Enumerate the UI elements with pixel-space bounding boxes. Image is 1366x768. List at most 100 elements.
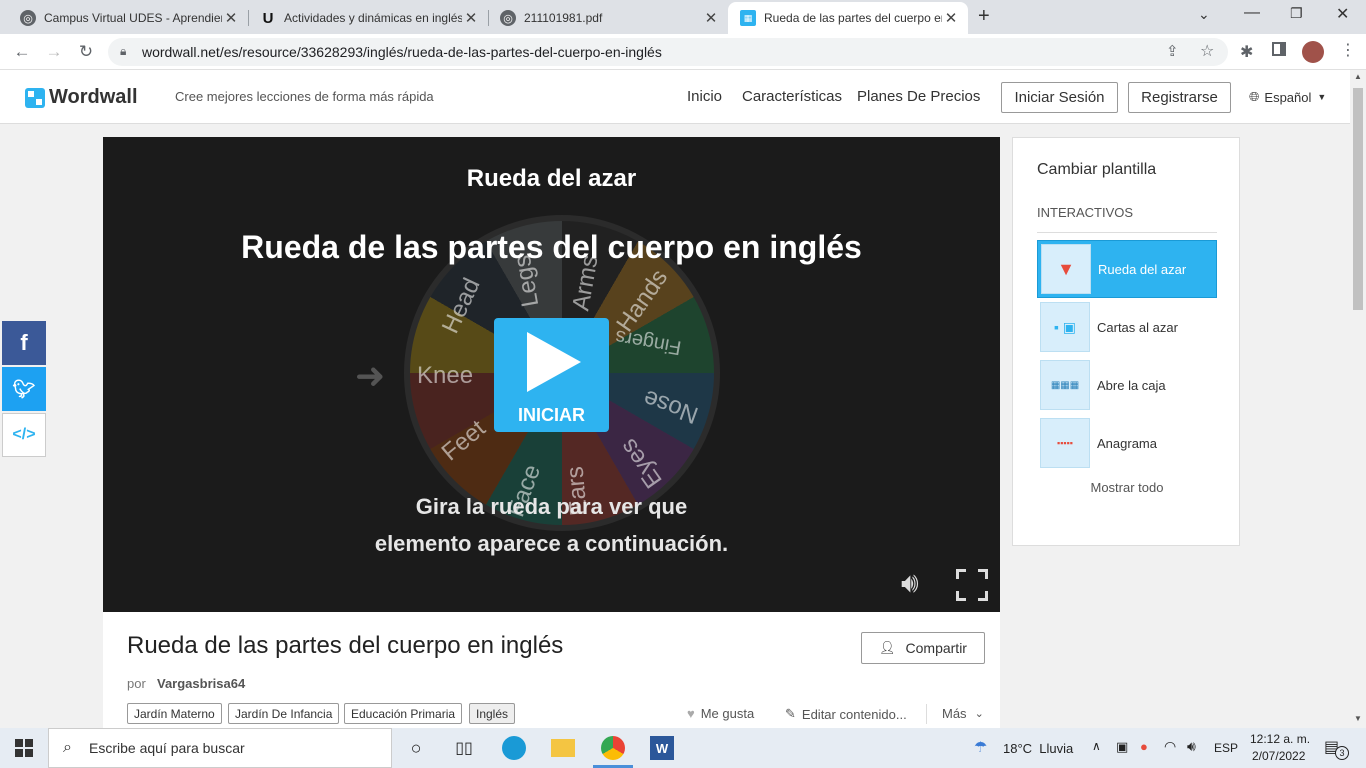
share-button[interactable]: 👤︎ Compartir	[861, 632, 985, 664]
tab-rueda[interactable]: ▦ Rueda de las partes del cuerpo en ingl…	[728, 2, 968, 34]
show-all-link[interactable]: Mostrar todo	[1037, 480, 1217, 495]
clock-time[interactable]: 12:12 a. m.	[1250, 732, 1310, 746]
nav-caracteristicas[interactable]: Características	[742, 88, 842, 105]
boxes-thumb-icon: ▦▦▦	[1040, 360, 1090, 410]
register-button[interactable]: Registrarse	[1128, 82, 1231, 113]
start-button[interactable]: INICIAR	[494, 318, 609, 432]
close-window-icon[interactable]: ✕	[1336, 4, 1349, 24]
tab-title: Rueda de las partes del cuerpo en inglés	[764, 11, 942, 25]
close-tab-icon[interactable]: ✕	[222, 9, 240, 27]
restore-icon[interactable]: ❐	[1290, 5, 1303, 22]
file-explorer-icon[interactable]	[551, 739, 575, 757]
forward-icon[interactable]: →	[44, 42, 64, 62]
clock-date[interactable]: 2/07/2022	[1252, 749, 1305, 763]
site-header: Wordwall Cree mejores lecciones de forma…	[0, 70, 1350, 124]
wheel-pointer-icon: ➜	[355, 355, 386, 396]
meet-icon[interactable]: ▣	[1116, 739, 1128, 755]
volume-icon[interactable]: 🔊︎	[1187, 738, 1196, 755]
scrollbar-thumb[interactable]	[1353, 88, 1363, 310]
section-divider	[1037, 232, 1217, 233]
facebook-share-button[interactable]: f	[2, 321, 46, 365]
chrome-icon[interactable]	[601, 736, 625, 760]
sidepanel-icon[interactable]	[1272, 42, 1286, 56]
tab-actividades[interactable]: U Actividades y dinámicas en inglés ✕	[248, 2, 488, 34]
wheel-item: Knee	[417, 362, 474, 389]
language-selector[interactable]: 🌐︎ Español ▼	[1249, 89, 1326, 105]
wifi-icon[interactable]: ◠	[1164, 738, 1176, 755]
windows-start-icon[interactable]	[12, 736, 36, 760]
instruction-line-1: Gira la rueda para ver que	[415, 494, 688, 519]
menu-icon[interactable]: ⋮	[1340, 40, 1356, 60]
nav-inicio[interactable]: Inicio	[687, 88, 722, 105]
anagram-thumb-icon: ▪▪▪▪▪	[1040, 418, 1090, 468]
language-label: Español	[1264, 89, 1312, 105]
word-icon[interactable]: W	[650, 736, 674, 760]
sound-icon[interactable]: 🔊︎	[901, 567, 919, 600]
template-label: Cartas al azar	[1097, 319, 1178, 335]
template-anagrama[interactable]: ▪▪▪▪▪ Anagrama	[1037, 414, 1217, 472]
u-logo-icon: U	[262, 9, 274, 27]
taskbar-search[interactable]: ⌕ Escribe aquí para buscar	[48, 728, 392, 768]
network-icon[interactable]: ●	[1140, 739, 1148, 754]
scroll-down-icon[interactable]: ▼	[1354, 714, 1362, 723]
minimize-icon[interactable]: —	[1244, 4, 1260, 22]
tab-search-icon[interactable]: ⌄	[1198, 6, 1210, 23]
scroll-up-icon[interactable]: ▲	[1354, 72, 1362, 81]
template-rueda[interactable]: ▼ Rueda del azar	[1037, 240, 1217, 298]
like-button[interactable]: ♥ Me gusta	[687, 706, 754, 721]
share-icon[interactable]: ⇪	[1166, 42, 1179, 60]
game-player[interactable]: Rueda del azar Head Legs Arms Hands Fing…	[103, 137, 1000, 612]
more-button[interactable]: Más ⌄	[942, 706, 984, 721]
tag-jardin-infancia[interactable]: Jardín De Infancia	[228, 703, 340, 724]
nav-planes[interactable]: Planes De Precios	[857, 88, 980, 105]
close-tab-icon[interactable]: ✕	[462, 9, 480, 27]
lock-icon: 🔒︎	[120, 44, 127, 58]
twitter-share-button[interactable]: 🐦︎	[2, 367, 46, 411]
tag-educacion-primaria[interactable]: Educación Primaria	[344, 703, 463, 724]
template-caja[interactable]: ▦▦▦ Abre la caja	[1037, 356, 1217, 414]
tab-pdf[interactable]: ◎ 211101981.pdf ✕	[488, 2, 728, 34]
url-field[interactable]: 🔒︎ wordwall.net/es/resource/33628293/ing…	[108, 38, 1228, 66]
heart-icon: ♥	[687, 706, 695, 721]
reload-icon[interactable]: ↻	[76, 42, 96, 62]
tray-chevron-icon[interactable]: ∧	[1092, 739, 1101, 753]
notification-icon[interactable]: ▤ 3	[1324, 737, 1349, 760]
embed-button[interactable]: </>	[2, 413, 46, 457]
tag-jardin-materno[interactable]: Jardín Materno	[127, 703, 222, 724]
task-view-icon[interactable]: ▯▯	[452, 736, 476, 760]
cards-thumb-icon: ▪ ▣	[1040, 302, 1090, 352]
avatar[interactable]	[1302, 41, 1324, 63]
tag-ingles[interactable]: Inglés	[469, 703, 516, 724]
page-scrollbar[interactable]: ▲ ▼	[1350, 70, 1366, 728]
tab-bar: ◎ Campus Virtual UDES - Aprendiendo ✕ U …	[0, 0, 1366, 34]
instruction-line-2: elemento aparece a continuación.	[374, 531, 729, 556]
close-tab-icon[interactable]: ✕	[702, 9, 720, 27]
tab-title: Actividades y dinámicas en inglés	[284, 11, 462, 25]
wordwall-icon: ▦	[740, 10, 756, 26]
new-tab-button[interactable]: +	[978, 5, 990, 28]
tab-campus[interactable]: ◎ Campus Virtual UDES - Aprendiendo ✕	[8, 2, 248, 34]
template-cartas[interactable]: ▪ ▣ Cartas al azar	[1037, 298, 1217, 356]
back-icon[interactable]: ←	[12, 42, 32, 62]
globe-icon: ◎	[500, 10, 516, 26]
edge-icon[interactable]	[502, 736, 526, 760]
wordwall-logo[interactable]: Wordwall	[25, 86, 138, 109]
weather-text[interactable]: 18°C Lluvia	[1003, 741, 1073, 756]
extensions-icon[interactable]: ✱	[1240, 42, 1253, 62]
notification-count: 3	[1335, 746, 1349, 760]
caret-down-icon: ▼	[1317, 92, 1327, 102]
url-text: wordwall.net/es/resource/33628293/inglés…	[142, 44, 662, 60]
play-icon	[527, 332, 581, 392]
panel-heading: Cambiar plantilla	[1037, 161, 1157, 178]
author-link[interactable]: Vargasbrisa64	[157, 676, 245, 691]
activity-title: Rueda de las partes del cuerpo en inglés	[127, 632, 564, 659]
fullscreen-icon[interactable]	[956, 569, 988, 601]
login-button[interactable]: Iniciar Sesión	[1001, 82, 1118, 113]
bookmark-star-icon[interactable]: ☆	[1200, 41, 1214, 61]
language-indicator[interactable]: ESP	[1214, 741, 1238, 755]
cortana-icon[interactable]: ○	[404, 736, 428, 760]
edit-content-button[interactable]: ✎ Editar contenido...	[785, 706, 907, 722]
like-label: Me gusta	[700, 706, 755, 721]
close-tab-icon[interactable]: ✕	[942, 9, 960, 27]
address-bar: ← → ↻ 🔒︎ wordwall.net/es/resource/336282…	[0, 34, 1366, 70]
